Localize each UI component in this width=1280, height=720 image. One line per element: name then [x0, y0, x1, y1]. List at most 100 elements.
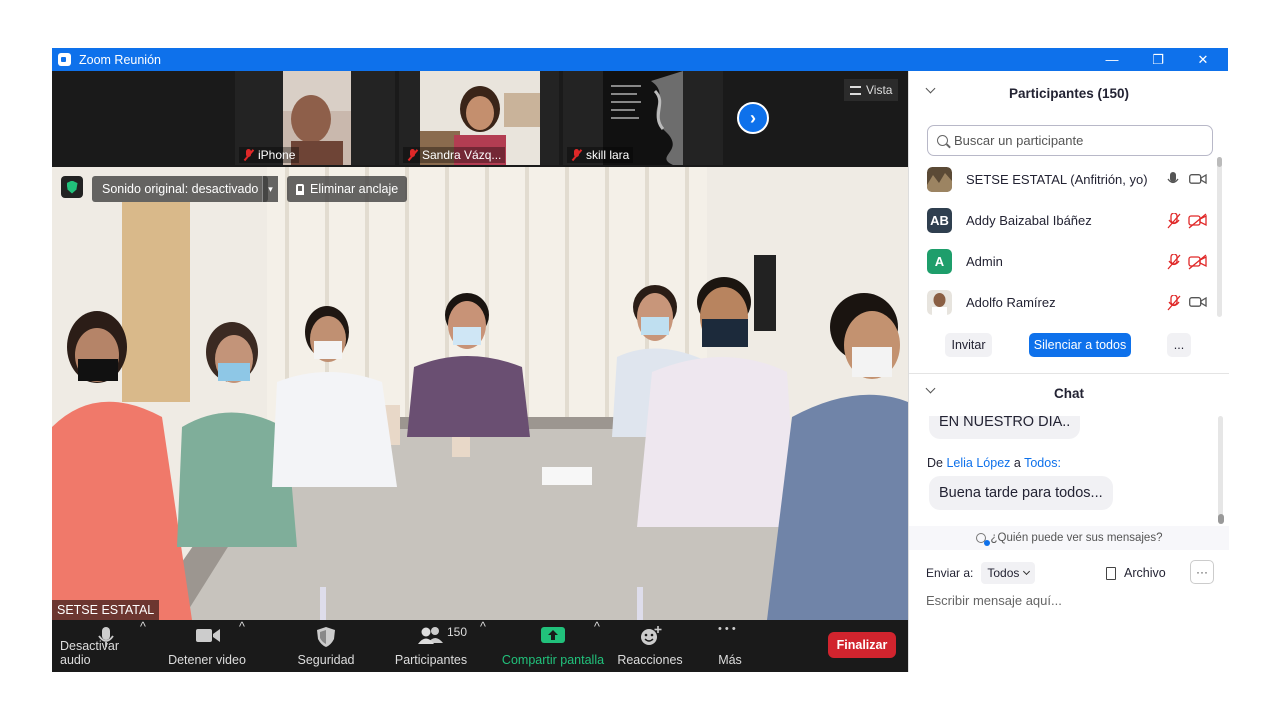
- video-camera-icon[interactable]: [1189, 296, 1207, 308]
- participant-row[interactable]: Adolfo Ramírez: [927, 285, 1213, 319]
- original-sound-dropdown[interactable]: ▾: [262, 176, 278, 202]
- active-speaker-video: Sonido original: desactivado ▾ Eliminar …: [52, 167, 908, 620]
- next-page-button[interactable]: ›: [737, 102, 769, 134]
- participant-search[interactable]: [927, 125, 1213, 156]
- remove-pin-button[interactable]: Eliminar anclaje: [287, 176, 408, 202]
- end-meeting-button[interactable]: Finalizar: [828, 632, 896, 658]
- participant-name: Adolfo Ramírez: [966, 294, 1056, 310]
- pin-icon: [296, 183, 304, 195]
- mute-audio-button[interactable]: Desactivar audio: [60, 620, 152, 672]
- participants-count: 150: [447, 625, 468, 639]
- zoom-logo-icon: [58, 53, 71, 66]
- video-stopped-icon[interactable]: [1188, 254, 1208, 270]
- search-icon: [937, 135, 948, 146]
- participants-button[interactable]: 150 Participantes: [392, 620, 470, 672]
- thumbnail-name: skill lara: [586, 148, 630, 162]
- share-screen-label: Compartir pantalla: [501, 653, 605, 667]
- grid-view-icon: [850, 85, 861, 95]
- collapse-chevron-icon[interactable]: [925, 383, 936, 394]
- share-screen-icon: [541, 627, 565, 643]
- chat-send-row: Enviar a: Todos Archivo ···: [926, 560, 1216, 586]
- thumbnail-participant[interactable]: skill lara: [563, 71, 723, 165]
- participant-avatar: [927, 166, 952, 192]
- reaction-emoji-icon: [641, 626, 662, 645]
- chat-more-button[interactable]: ···: [1190, 560, 1214, 584]
- chevron-down-icon: [1023, 567, 1031, 576]
- video-options-caret[interactable]: ^: [239, 620, 245, 639]
- send-to-label: Enviar a:: [926, 566, 974, 580]
- recipient-name[interactable]: Todos:: [1024, 456, 1061, 470]
- invite-button[interactable]: Invitar: [945, 333, 992, 357]
- encryption-shield-icon[interactable]: [61, 176, 83, 198]
- side-panel: Participantes (150) SETSE ESTATAL (Anfit…: [908, 71, 1229, 672]
- video-stopped-icon[interactable]: [1188, 213, 1208, 229]
- file-icon: [1106, 566, 1116, 580]
- thumbnail-participant[interactable]: Sandra Vázq...: [399, 71, 559, 165]
- more-dots-icon: • • •: [718, 623, 736, 635]
- thumbnail-label: Sandra Vázq...: [403, 147, 506, 163]
- collapse-chevron-icon[interactable]: [925, 83, 936, 94]
- from-prefix: De: [927, 456, 943, 470]
- participants-icon: [418, 627, 443, 644]
- minimize-button[interactable]: —: [1089, 48, 1135, 71]
- file-button[interactable]: Archivo: [1106, 560, 1166, 586]
- microphone-icon[interactable]: [1167, 172, 1179, 187]
- thumbnail-name: iPhone: [258, 148, 296, 162]
- thumbnail-name: Sandra Vázq...: [422, 148, 502, 162]
- panel-divider: [909, 373, 1229, 374]
- chat-message-sender: De Lelia López a Todos:: [927, 456, 1061, 470]
- thumbnail-label: skill lara: [567, 147, 634, 163]
- participants-options-caret[interactable]: ^: [480, 620, 486, 639]
- chat-message-input[interactable]: [926, 590, 1216, 610]
- audio-options-caret[interactable]: ^: [140, 620, 146, 639]
- participant-name: Addy Baizabal Ibáñez: [966, 212, 1092, 228]
- participant-row[interactable]: AB Addy Baizabal Ibáñez: [927, 203, 1213, 237]
- participant-row[interactable]: SETSE ESTATAL (Anfitrión, yo): [927, 162, 1213, 196]
- reactions-button[interactable]: Reacciones: [615, 620, 685, 672]
- zoom-window: Zoom Reunión — ❐ ✕ iPhone Sandra Vázq...…: [52, 48, 1229, 672]
- shield-icon: [317, 627, 335, 647]
- participants-more-button[interactable]: ...: [1167, 333, 1191, 357]
- chat-title: Chat: [1054, 385, 1084, 401]
- participants-scrollbar[interactable]: [1217, 157, 1222, 317]
- mic-muted-icon[interactable]: [1167, 213, 1181, 229]
- person-info-icon: [975, 533, 990, 546]
- participants-header[interactable]: Participantes (150): [909, 83, 1229, 103]
- send-to-dropdown[interactable]: Todos: [981, 562, 1036, 584]
- reactions-label: Reacciones: [617, 653, 683, 667]
- restore-button[interactable]: ❐: [1135, 48, 1181, 71]
- close-button[interactable]: ✕: [1180, 48, 1226, 71]
- participant-row[interactable]: A Admin: [927, 244, 1213, 278]
- participant-name: Admin: [966, 253, 1003, 269]
- participants-title: Participantes (150): [1008, 85, 1130, 101]
- view-button[interactable]: Vista: [844, 79, 899, 101]
- thumbnail-strip: iPhone Sandra Vázq... skill lara › Vista: [52, 71, 908, 167]
- original-sound-button[interactable]: Sonido original: desactivado: [92, 176, 269, 202]
- microphone-icon: [98, 627, 114, 647]
- meeting-room-scene: [52, 167, 908, 620]
- participant-avatar: [927, 289, 952, 315]
- remove-pin-label: Eliminar anclaje: [310, 182, 399, 196]
- more-button[interactable]: • • • Más: [706, 620, 754, 672]
- share-screen-button[interactable]: Compartir pantalla: [498, 620, 608, 672]
- mic-muted-icon[interactable]: [1167, 254, 1181, 270]
- sender-name[interactable]: Lelia López: [946, 456, 1010, 470]
- video-camera-icon[interactable]: [1189, 173, 1207, 185]
- mic-muted-icon: [571, 149, 582, 161]
- share-options-caret[interactable]: ^: [594, 620, 600, 639]
- participant-search-input[interactable]: [954, 133, 1194, 148]
- view-label: Vista: [866, 83, 893, 97]
- thumbnail-label: iPhone: [239, 147, 300, 163]
- participant-avatar: AB: [927, 207, 952, 233]
- video-camera-icon: [196, 629, 220, 642]
- who-can-see-messages-link[interactable]: ¿Quién puede ver sus mensajes?: [909, 526, 1229, 550]
- chat-scrollbar[interactable]: [1218, 416, 1224, 524]
- thumbnail-participant[interactable]: iPhone: [235, 71, 395, 165]
- mic-muted-icon[interactable]: [1167, 295, 1181, 311]
- stop-video-button[interactable]: Detener video: [164, 620, 250, 672]
- mic-muted-icon: [407, 149, 418, 161]
- meeting-toolbar: Desactivar audio ^ Detener video ^ Segur…: [52, 620, 908, 672]
- security-button[interactable]: Seguridad: [294, 620, 358, 672]
- chat-header[interactable]: Chat: [909, 383, 1229, 403]
- mute-all-button[interactable]: Silenciar a todos: [1029, 333, 1131, 357]
